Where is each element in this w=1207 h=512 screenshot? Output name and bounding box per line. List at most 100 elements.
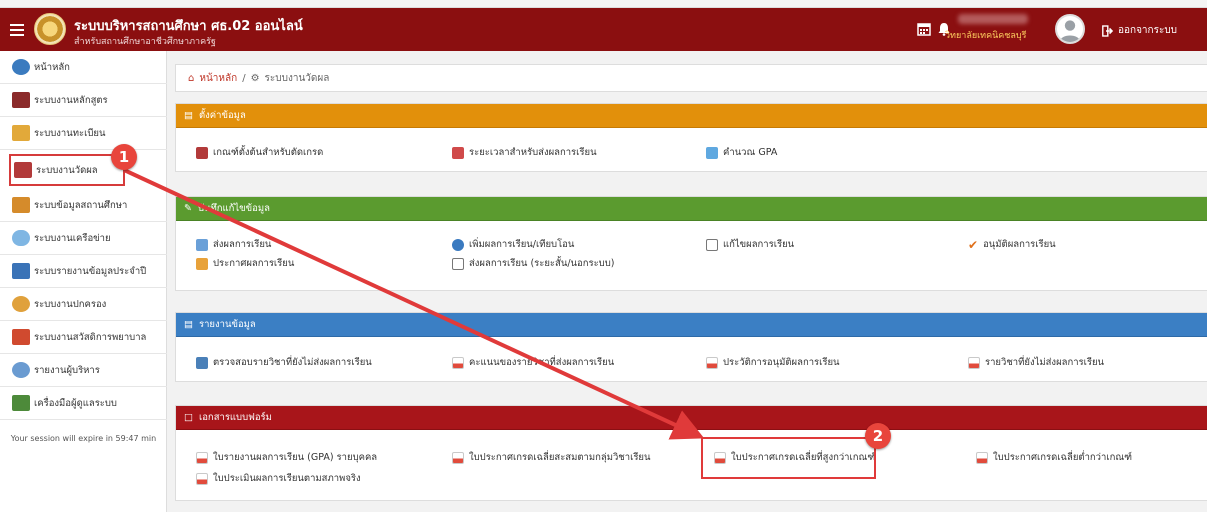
link-announce-grades[interactable]: ประกาศผลการเรียน bbox=[196, 256, 294, 271]
link-gpa-individual[interactable]: ใบรายงานผลการเรียน (GPA) รายบุคคล bbox=[196, 450, 377, 465]
app-logo bbox=[34, 13, 66, 45]
sidebar-item-label: หน้าหลัก bbox=[34, 61, 70, 73]
sidebar-item-registration[interactable]: ระบบงานทะเบียน bbox=[0, 117, 167, 150]
logout-button[interactable]: ออกจากระบบ bbox=[1102, 23, 1177, 38]
user-add-icon bbox=[452, 238, 464, 251]
gear-icon: ⚙ bbox=[250, 72, 260, 84]
sidebar-item-label: ระบบงานหลักสูตร bbox=[34, 94, 108, 106]
list-icon: ▤ bbox=[184, 110, 193, 121]
bar-chart-icon: ▤ bbox=[184, 319, 193, 330]
pdf-icon bbox=[452, 356, 464, 369]
sidebar-item-label: ระบบข้อมูลสถานศึกษา bbox=[34, 199, 128, 211]
calendar-icon[interactable] bbox=[917, 22, 931, 36]
sidebar-item-label: ระบบรายงานข้อมูลประจำปี bbox=[34, 265, 147, 277]
firstaid-icon bbox=[12, 329, 30, 345]
menu-toggle-button[interactable] bbox=[0, 8, 34, 51]
link-label: คะแนนของรายวิชาที่ส่งผลการเรียน bbox=[469, 357, 615, 368]
link-add-grades[interactable]: เพิ่มผลการเรียน/เทียบโอน bbox=[452, 237, 574, 252]
sidebar-item-health[interactable]: ระบบงานสวัสดิการพยาบาล bbox=[0, 321, 167, 354]
link-label: ใบประกาศเกรดเฉลี่ยสะสมตามกลุ่มวิชาเรียน bbox=[469, 452, 651, 463]
sidebar-item-label: ระบบงานเครือข่าย bbox=[34, 232, 111, 244]
link-label: ระยะเวลาสำหรับส่งผลการเรียน bbox=[469, 147, 597, 158]
sidebar-item-label: ระบบงานทะเบียน bbox=[34, 127, 106, 139]
app-header: ระบบบริหารสถานศึกษา ศธ.02 ออนไลน์ สำหรับ… bbox=[0, 8, 1207, 51]
pdf-icon bbox=[196, 451, 208, 464]
logout-icon bbox=[1102, 24, 1114, 37]
sidebar-item-curriculum[interactable]: ระบบงานหลักสูตร bbox=[0, 84, 167, 117]
link-check-pending-courses[interactable]: ตรวจสอบรายวิชาที่ยังไม่ส่งผลการเรียน bbox=[196, 355, 372, 370]
school-icon bbox=[12, 197, 30, 213]
panel-header: □ เอกสารแบบฟอร์ม bbox=[176, 406, 1207, 430]
breadcrumb-current: ระบบงานวัดผล bbox=[264, 72, 330, 84]
sidebar-item-label: เครื่องมือผู้ดูแลระบบ bbox=[34, 397, 117, 409]
top-strip bbox=[0, 0, 1207, 8]
link-approve-grades[interactable]: ✔ อนุมัติผลการเรียน bbox=[968, 237, 1056, 252]
pdf-icon bbox=[968, 356, 980, 369]
link-submit-short-course[interactable]: ส่งผลการเรียน (ระยะสั้น/นอกระบบ) bbox=[452, 256, 614, 271]
link-label: รายวิชาที่ยังไม่ส่งผลการเรียน bbox=[985, 357, 1105, 368]
report-icon bbox=[12, 263, 30, 279]
user-icon bbox=[1059, 20, 1081, 42]
sidebar-item-network[interactable]: ระบบงานเครือข่าย bbox=[0, 222, 167, 255]
link-submit-grades[interactable]: ส่งผลการเรียน bbox=[196, 237, 271, 252]
link-label: ประกาศผลการเรียน bbox=[213, 258, 295, 269]
link-approval-history[interactable]: ประวัติการอนุมัติผลการเรียน bbox=[706, 355, 840, 370]
link-pending-courses[interactable]: รายวิชาที่ยังไม่ส่งผลการเรียน bbox=[968, 355, 1104, 370]
link-label: แก้ไขผลการเรียน bbox=[723, 239, 795, 250]
sidebar-item-evaluation[interactable]: ระบบงานวัดผล bbox=[9, 154, 125, 186]
link-gpa-below-criteria[interactable]: ใบประกาศเกรดเฉลี่ยต่ำกว่าเกณฑ์ bbox=[976, 450, 1132, 465]
panel-reports: ▤ รายงานข้อมูล ตรวจสอบรายวิชาที่ยังไม่ส่… bbox=[175, 312, 1207, 382]
sidebar-item-annual-report[interactable]: ระบบรายงานข้อมูลประจำปี bbox=[0, 255, 167, 288]
monitor-icon bbox=[706, 146, 718, 159]
sidebar-item-admin-tools[interactable]: เครื่องมือผู้ดูแลระบบ bbox=[0, 387, 167, 420]
link-authentic-assessment[interactable]: ใบประเมินผลการเรียนตามสภาพจริง bbox=[196, 471, 361, 486]
panel-title: ตั้งค่าข้อมูล bbox=[198, 110, 246, 121]
home-icon bbox=[12, 59, 30, 75]
breadcrumb-home[interactable]: หน้าหลัก bbox=[199, 71, 237, 86]
sidebar-item-executive[interactable]: รายงานผู้บริหาร bbox=[0, 354, 167, 387]
step-badge-2: 2 bbox=[865, 423, 891, 449]
pdf-icon bbox=[706, 356, 718, 369]
admin-icon bbox=[12, 395, 30, 411]
sidebar-item-label: ระบบงานปกครอง bbox=[34, 298, 107, 310]
document-icon bbox=[452, 257, 464, 270]
link-label: อนุมัติผลการเรียน bbox=[983, 239, 1056, 250]
sidebar-item-home[interactable]: หน้าหลัก bbox=[0, 51, 167, 84]
calendar-icon bbox=[14, 162, 32, 178]
cloud-icon bbox=[12, 230, 30, 246]
pdf-icon bbox=[976, 451, 988, 464]
calendar-range-icon bbox=[452, 146, 464, 159]
panel-settings: ▤ ตั้งค่าข้อมูล เกณฑ์ตั้งต้นสำหรับตัดเกร… bbox=[175, 103, 1207, 172]
link-label: ใบประเมินผลการเรียนตามสภาพจริง bbox=[213, 473, 361, 484]
menu-icon bbox=[10, 23, 24, 36]
link-gpa-by-group[interactable]: ใบประกาศเกรดเฉลี่ยสะสมตามกลุ่มวิชาเรียน bbox=[452, 450, 651, 465]
link-submitted-scores[interactable]: คะแนนของรายวิชาที่ส่งผลการเรียน bbox=[452, 355, 614, 370]
folder-icon bbox=[706, 238, 718, 251]
book-icon bbox=[12, 92, 30, 108]
sidebar-item-discipline[interactable]: ระบบงานปกครอง bbox=[0, 288, 167, 321]
announce-icon bbox=[196, 257, 208, 270]
app-title: ระบบบริหารสถานศึกษา ศธ.02 ออนไลน์ bbox=[74, 19, 303, 34]
link-calc-gpa[interactable]: คำนวณ GPA bbox=[706, 145, 777, 160]
check-icon: ✔ bbox=[968, 237, 979, 252]
calculator-icon bbox=[196, 146, 208, 159]
panel-header: ✎ บันทึกแก้ไขข้อมูล bbox=[176, 197, 1207, 221]
link-label: ตรวจสอบรายวิชาที่ยังไม่ส่งผลการเรียน bbox=[213, 357, 372, 368]
step-badge-1: 1 bbox=[111, 144, 137, 170]
link-label: ส่งผลการเรียน (ระยะสั้น/นอกระบบ) bbox=[469, 258, 615, 269]
link-grade-criteria[interactable]: เกณฑ์ตั้งต้นสำหรับตัดเกรด bbox=[196, 145, 323, 160]
user-avatar[interactable] bbox=[1055, 14, 1085, 44]
panel-record-edit: ✎ บันทึกแก้ไขข้อมูล ส่งผลการเรียน เพิ่มผ… bbox=[175, 196, 1207, 291]
username-redacted bbox=[958, 14, 1028, 24]
people-icon bbox=[12, 125, 30, 141]
pdf-icon bbox=[196, 472, 208, 485]
pdf-icon bbox=[452, 451, 464, 464]
panel-header: ▤ รายงานข้อมูล bbox=[176, 313, 1207, 337]
sidebar-item-school-info[interactable]: ระบบข้อมูลสถานศึกษา bbox=[0, 189, 167, 222]
panel-header: ▤ ตั้งค่าข้อมูล bbox=[176, 104, 1207, 128]
app-subtitle: สำหรับสถานศึกษาอาชีวศึกษาภาครัฐ bbox=[74, 37, 216, 47]
main-content: ⌂ หน้าหลัก / ⚙ ระบบงานวัดผล ▤ ตั้งค่าข้อ… bbox=[167, 51, 1207, 512]
table-icon bbox=[196, 356, 208, 369]
link-submit-period[interactable]: ระยะเวลาสำหรับส่งผลการเรียน bbox=[452, 145, 597, 160]
link-edit-grades[interactable]: แก้ไขผลการเรียน bbox=[706, 237, 794, 252]
